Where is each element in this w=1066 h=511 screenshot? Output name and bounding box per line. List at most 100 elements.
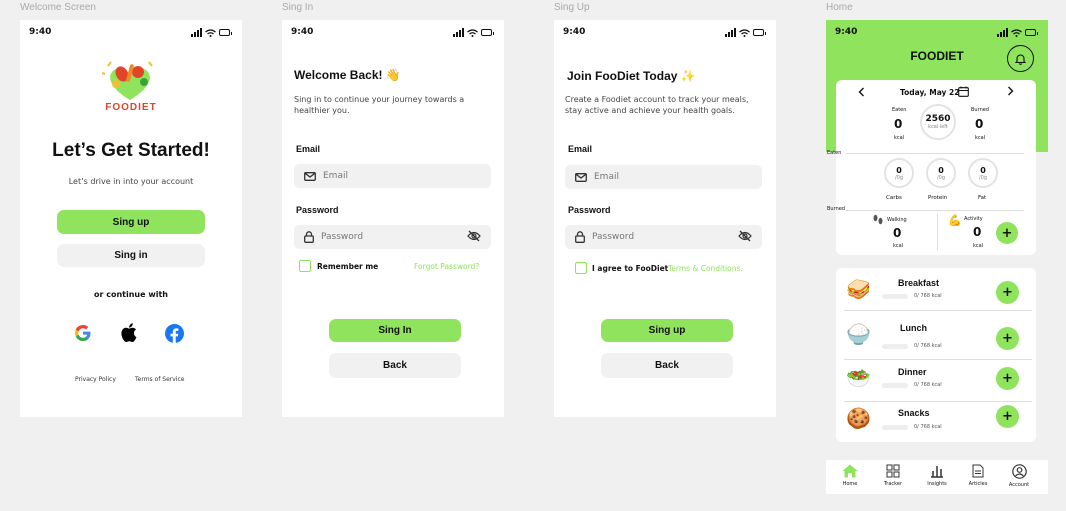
agree-checkbox[interactable] (575, 262, 587, 274)
apple-icon[interactable] (121, 323, 137, 342)
flexed-arm-icon: 💪 (948, 214, 962, 227)
google-icon[interactable] (74, 324, 92, 342)
status-bar: 9:40 (554, 27, 776, 41)
back-button[interactable]: Back (601, 353, 733, 378)
privacy-policy-link[interactable]: Privacy Policy (75, 376, 116, 383)
nav-tracker[interactable]: Tracker (876, 464, 910, 487)
signup-button[interactable]: Sing up (57, 210, 205, 234)
signup-screen: 9:40 Join FooDiet Today ✨ Create a Foodi… (554, 20, 776, 417)
eye-off-icon[interactable] (467, 230, 481, 242)
meal-progress-bar (882, 294, 908, 299)
eye-off-icon[interactable] (738, 230, 752, 242)
document-icon (972, 464, 984, 478)
salad-icon: 🥗 (846, 366, 871, 390)
mail-icon (304, 171, 316, 181)
activity-value: 0 (973, 225, 982, 239)
nav-insights[interactable]: Insights (920, 464, 954, 487)
frame-label-signin: Sing In (282, 2, 314, 13)
add-activity-button[interactable]: + (996, 222, 1018, 244)
fat-label: Fat (978, 195, 987, 201)
add-dinner-button[interactable]: + (996, 367, 1019, 390)
signin-button[interactable]: Sing In (329, 319, 461, 342)
fat-ring: 0/0g (968, 158, 998, 188)
carbs-label: Carbs (886, 195, 902, 201)
summary-card: Today, May 22 Eaten 0 kcal 2560 kcal lef… (827, 80, 1036, 255)
remember-label: Remember me (317, 262, 379, 271)
bell-icon (1015, 53, 1026, 65)
eaten-section-label: Eaten (827, 150, 842, 156)
burned-label: Burned (971, 107, 989, 113)
notifications-button[interactable] (1007, 45, 1034, 72)
meal-progress-bar (882, 425, 908, 430)
foodiet-logo-icon (101, 61, 153, 100)
add-lunch-button[interactable]: + (996, 327, 1019, 350)
password-field[interactable]: Password (294, 225, 491, 249)
meal-row-snacks[interactable]: 🍪 Snacks 0/ 768 kcal + (844, 402, 1032, 442)
calories-left-value: 2560 (925, 114, 951, 124)
calendar-icon[interactable] (958, 86, 969, 97)
meal-kcal: 0/ 768 kcal (914, 293, 942, 299)
forgot-password-link[interactable]: Forgot Password? (414, 262, 479, 271)
calories-ring: 2560 kcal left (920, 104, 956, 140)
brand-name: FOODIET (105, 102, 157, 113)
battery-icon (481, 29, 494, 36)
page-subtitle: Let’s drive in into your account (68, 177, 194, 186)
add-breakfast-button[interactable]: + (996, 281, 1019, 304)
nav-articles[interactable]: Articles (961, 464, 995, 487)
wifi-icon (205, 28, 216, 37)
wifi-icon (739, 28, 750, 37)
meal-kcal: 0/ 768 kcal (914, 424, 942, 430)
status-bar: 9:40 (20, 27, 242, 41)
page-title: Let’s Get Started! (52, 140, 210, 161)
add-snacks-button[interactable]: + (996, 405, 1019, 428)
signup-button[interactable]: Sing up (601, 319, 733, 342)
nav-home[interactable]: Home (833, 464, 867, 487)
home-icon (842, 464, 858, 478)
walking-label: Walking (887, 217, 907, 223)
meal-name: Breakfast (898, 278, 940, 288)
terms-of-service-link[interactable]: Terms of Service (135, 376, 184, 383)
email-field[interactable]: Email (294, 164, 491, 188)
status-bar: 9:40 (282, 27, 504, 41)
nav-account[interactable]: Account (1002, 464, 1036, 488)
password-label: Password (296, 205, 339, 215)
wifi-icon (1011, 28, 1022, 37)
lock-icon (575, 231, 585, 243)
battery-icon (753, 29, 766, 36)
remember-checkbox[interactable] (299, 260, 311, 272)
frame-label-signup: Sing Up (554, 2, 590, 13)
protein-label: Protein (928, 195, 948, 201)
chevron-left-icon[interactable] (858, 87, 865, 97)
battery-icon (219, 29, 232, 36)
email-placeholder: Email (323, 171, 348, 181)
burned-section-label: Burned (827, 206, 845, 212)
sandwich-icon: 🥪 (846, 277, 871, 301)
signin-button[interactable]: Sing in (57, 244, 205, 267)
password-label: Password (568, 205, 611, 215)
email-field[interactable]: Email (565, 165, 762, 189)
facebook-icon[interactable] (165, 324, 184, 343)
mail-icon (575, 172, 587, 182)
meal-row-lunch[interactable]: 🍚 Lunch 0/ 768 kcal + (844, 316, 1032, 360)
activity-label: Activity (964, 216, 983, 222)
frame-label-welcome: Welcome Screen (20, 2, 96, 13)
back-button[interactable]: Back (329, 353, 461, 378)
bottom-nav: Home Tracker Insights Articles Account (826, 460, 1048, 494)
meal-progress-bar (882, 383, 908, 388)
lock-icon (304, 231, 314, 243)
footsteps-icon (873, 214, 883, 225)
password-placeholder: Password (592, 232, 635, 242)
eaten-unit: kcal (894, 135, 905, 141)
user-icon (1011, 464, 1027, 479)
home-screen: 9:40 FOODIET Today, May 22 Eaten 0 kcal … (826, 20, 1048, 498)
protein-ring: 0/0g (926, 158, 956, 188)
chevron-right-icon[interactable] (1007, 86, 1014, 96)
meal-row-dinner[interactable]: 🥗 Dinner 0/ 768 kcal + (844, 360, 1032, 402)
eaten-value: 0 (894, 117, 903, 131)
password-placeholder: Password (321, 232, 364, 242)
email-label: Email (296, 144, 321, 154)
terms-link[interactable]: Terms & Conditions. (668, 264, 743, 273)
password-field[interactable]: Password (565, 225, 762, 249)
status-time: 9:40 (835, 27, 858, 37)
meal-row-breakfast[interactable]: 🥪 Breakfast 0/ 768 kcal + (844, 271, 1032, 311)
